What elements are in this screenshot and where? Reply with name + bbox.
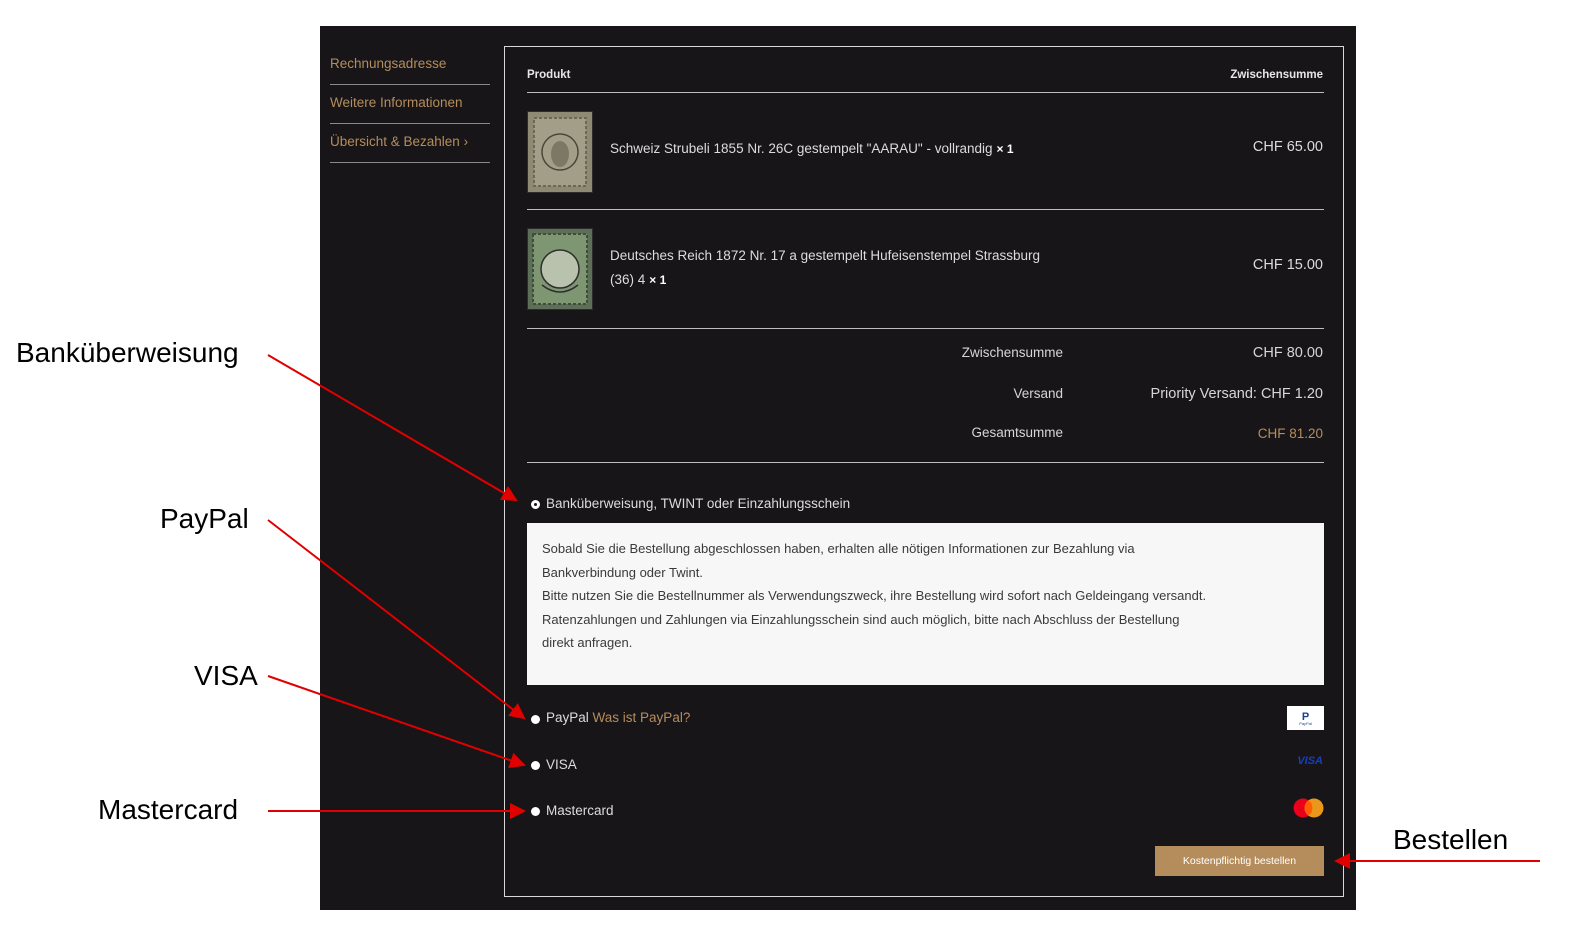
arrow-to-bank-transfer bbox=[267, 354, 518, 502]
annotation-arrows bbox=[267, 354, 1540, 869]
